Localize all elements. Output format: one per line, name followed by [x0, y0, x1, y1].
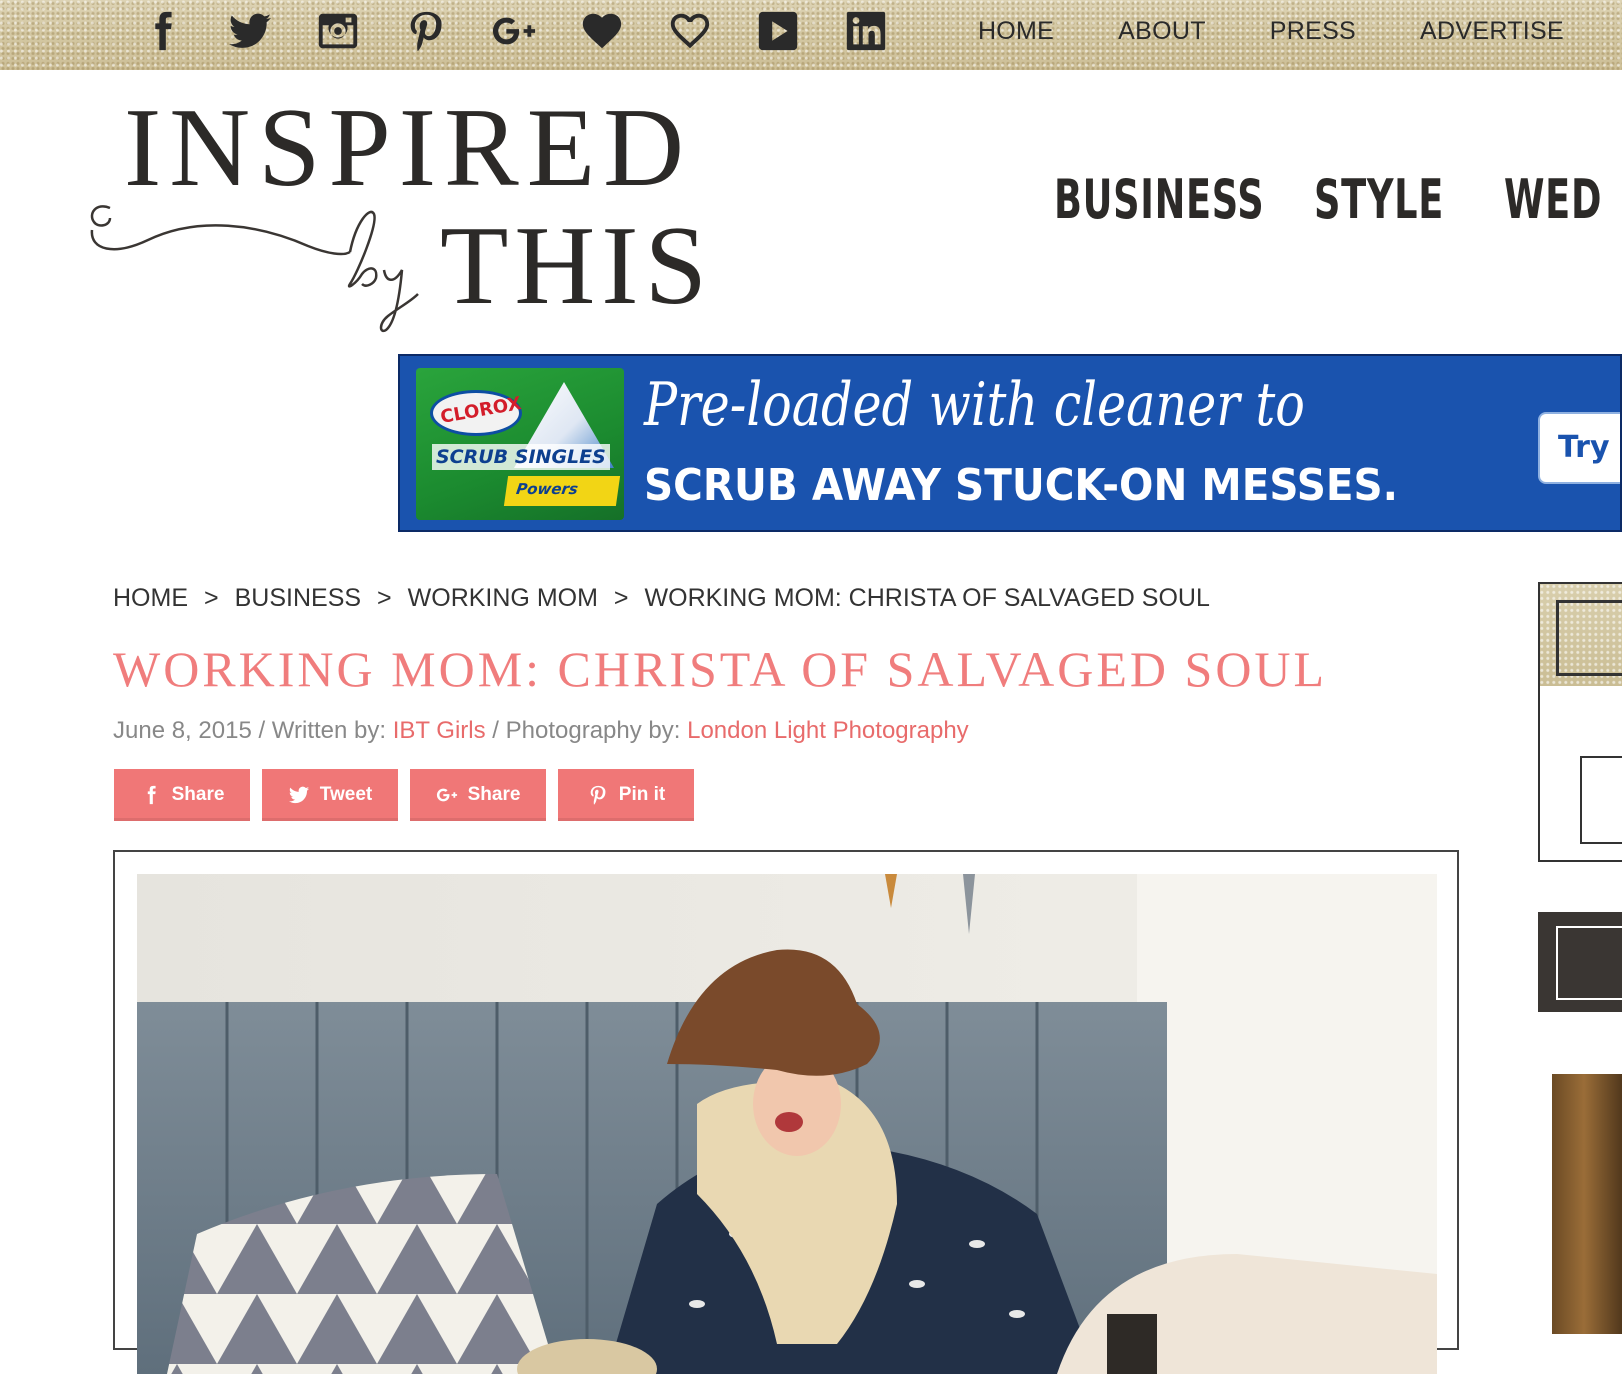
- share-label: Share: [171, 784, 225, 805]
- ad-product-strip: Powers: [503, 476, 621, 506]
- sidebar-widget-input[interactable]: [1580, 756, 1622, 844]
- pinterest-icon[interactable]: [382, 6, 470, 56]
- google-plus-icon[interactable]: [470, 6, 558, 56]
- social-icons: [118, 6, 910, 56]
- site-logo[interactable]: INSPIRED THIS: [88, 92, 748, 342]
- linkedin-icon[interactable]: [822, 6, 910, 56]
- pin-it-label: Pin it: [618, 784, 666, 805]
- ad-cta-button[interactable]: Try It: [1538, 412, 1620, 484]
- sidebar-widget-title-box: [1556, 600, 1622, 676]
- instagram-icon[interactable]: [294, 6, 382, 56]
- top-nav-home[interactable]: HOME: [978, 17, 1054, 46]
- share-buttons: Share Tweet Share Pin it: [114, 769, 706, 821]
- sidebar-image[interactable]: [1552, 1074, 1622, 1334]
- ad-headline-2: SCRUB AWAY STUCK-ON MESSES.: [644, 460, 1399, 511]
- main-nav-business[interactable]: BUSINESS: [1054, 168, 1264, 231]
- twitter-icon[interactable]: [206, 6, 294, 56]
- top-nav-press[interactable]: PRESS: [1270, 17, 1356, 46]
- top-nav-about[interactable]: ABOUT: [1118, 17, 1206, 46]
- post-meta: June 8, 2015 / Written by: IBT Girls / P…: [113, 717, 969, 745]
- author-link[interactable]: IBT Girls: [393, 717, 486, 744]
- post-title: WORKING MOM: CHRISTA OF SALVAGED SOUL: [113, 641, 1328, 697]
- share-label: Share: [467, 784, 521, 805]
- ad-cta-label: Try It: [1558, 430, 1620, 465]
- logo-flourish-by: [90, 205, 419, 333]
- breadcrumb-home[interactable]: HOME: [113, 584, 188, 612]
- facebook-share-button[interactable]: Share: [114, 769, 250, 821]
- top-nav: HOME ABOUT PRESS ADVERTISE: [914, 6, 1564, 56]
- main-nav-wed[interactable]: WED: [1504, 168, 1602, 231]
- google-plus-icon: [436, 788, 457, 802]
- logo-line-this: THIS: [440, 204, 713, 328]
- featured-image-frame: [113, 850, 1459, 1374]
- breadcrumb-separator: >: [377, 584, 392, 612]
- breadcrumb: HOME > BUSINESS > WORKING MOM > WORKING MOM: C…: [113, 584, 1210, 613]
- ad-product-image: CLOROX SCRUB SINGLES Powers: [416, 368, 624, 520]
- written-by-label: / Written by:: [251, 717, 393, 744]
- photographer-link[interactable]: London Light Photography: [687, 717, 969, 744]
- post-date: June 8, 2015: [113, 717, 252, 744]
- logo-line-inspired: INSPIRED: [124, 86, 693, 210]
- featured-photo-illustration: [137, 874, 1437, 1374]
- breadcrumb-business[interactable]: BUSINESS: [235, 584, 361, 612]
- top-nav-advertise[interactable]: ADVERTISE: [1420, 17, 1564, 46]
- tweet-label: Tweet: [319, 784, 373, 805]
- breadcrumb-current: WORKING MOM: CHRISTA OF SALVAGED SOUL: [644, 584, 1210, 612]
- main-nav-style[interactable]: STYLE: [1314, 168, 1444, 231]
- google-plus-share-button[interactable]: Share: [410, 769, 546, 821]
- featured-image[interactable]: [137, 874, 1437, 1374]
- facebook-icon: [147, 785, 156, 805]
- twitter-icon: [288, 786, 309, 804]
- ad-product-tag: Powers: [515, 480, 580, 498]
- breadcrumb-working-mom[interactable]: WORKING MOM: [408, 584, 598, 612]
- breadcrumb-separator: >: [613, 584, 629, 612]
- pinterest-icon: [590, 785, 606, 805]
- heart-icon[interactable]: [558, 6, 646, 56]
- ad-headline-1: Pre-loaded with cleaner to: [644, 370, 1305, 440]
- pinterest-pin-button[interactable]: Pin it: [558, 769, 694, 821]
- top-bar: HOME ABOUT PRESS ADVERTISE: [0, 0, 1622, 70]
- ad-product-name: SCRUB SINGLES: [432, 444, 610, 470]
- twitter-tweet-button[interactable]: Tweet: [262, 769, 398, 821]
- sidebar-widget: [1538, 582, 1622, 862]
- sidebar-dark-widget: [1538, 912, 1622, 1012]
- heart-outline-icon[interactable]: [646, 6, 734, 56]
- ad-banner[interactable]: CLOROX SCRUB SINGLES Powers Pre-loaded w…: [398, 354, 1622, 532]
- sidebar-dark-widget-box: [1556, 926, 1622, 1000]
- youtube-icon[interactable]: [734, 6, 822, 56]
- photography-by-label: / Photography by:: [485, 717, 688, 744]
- breadcrumb-separator: >: [204, 584, 219, 612]
- facebook-icon[interactable]: [118, 6, 206, 56]
